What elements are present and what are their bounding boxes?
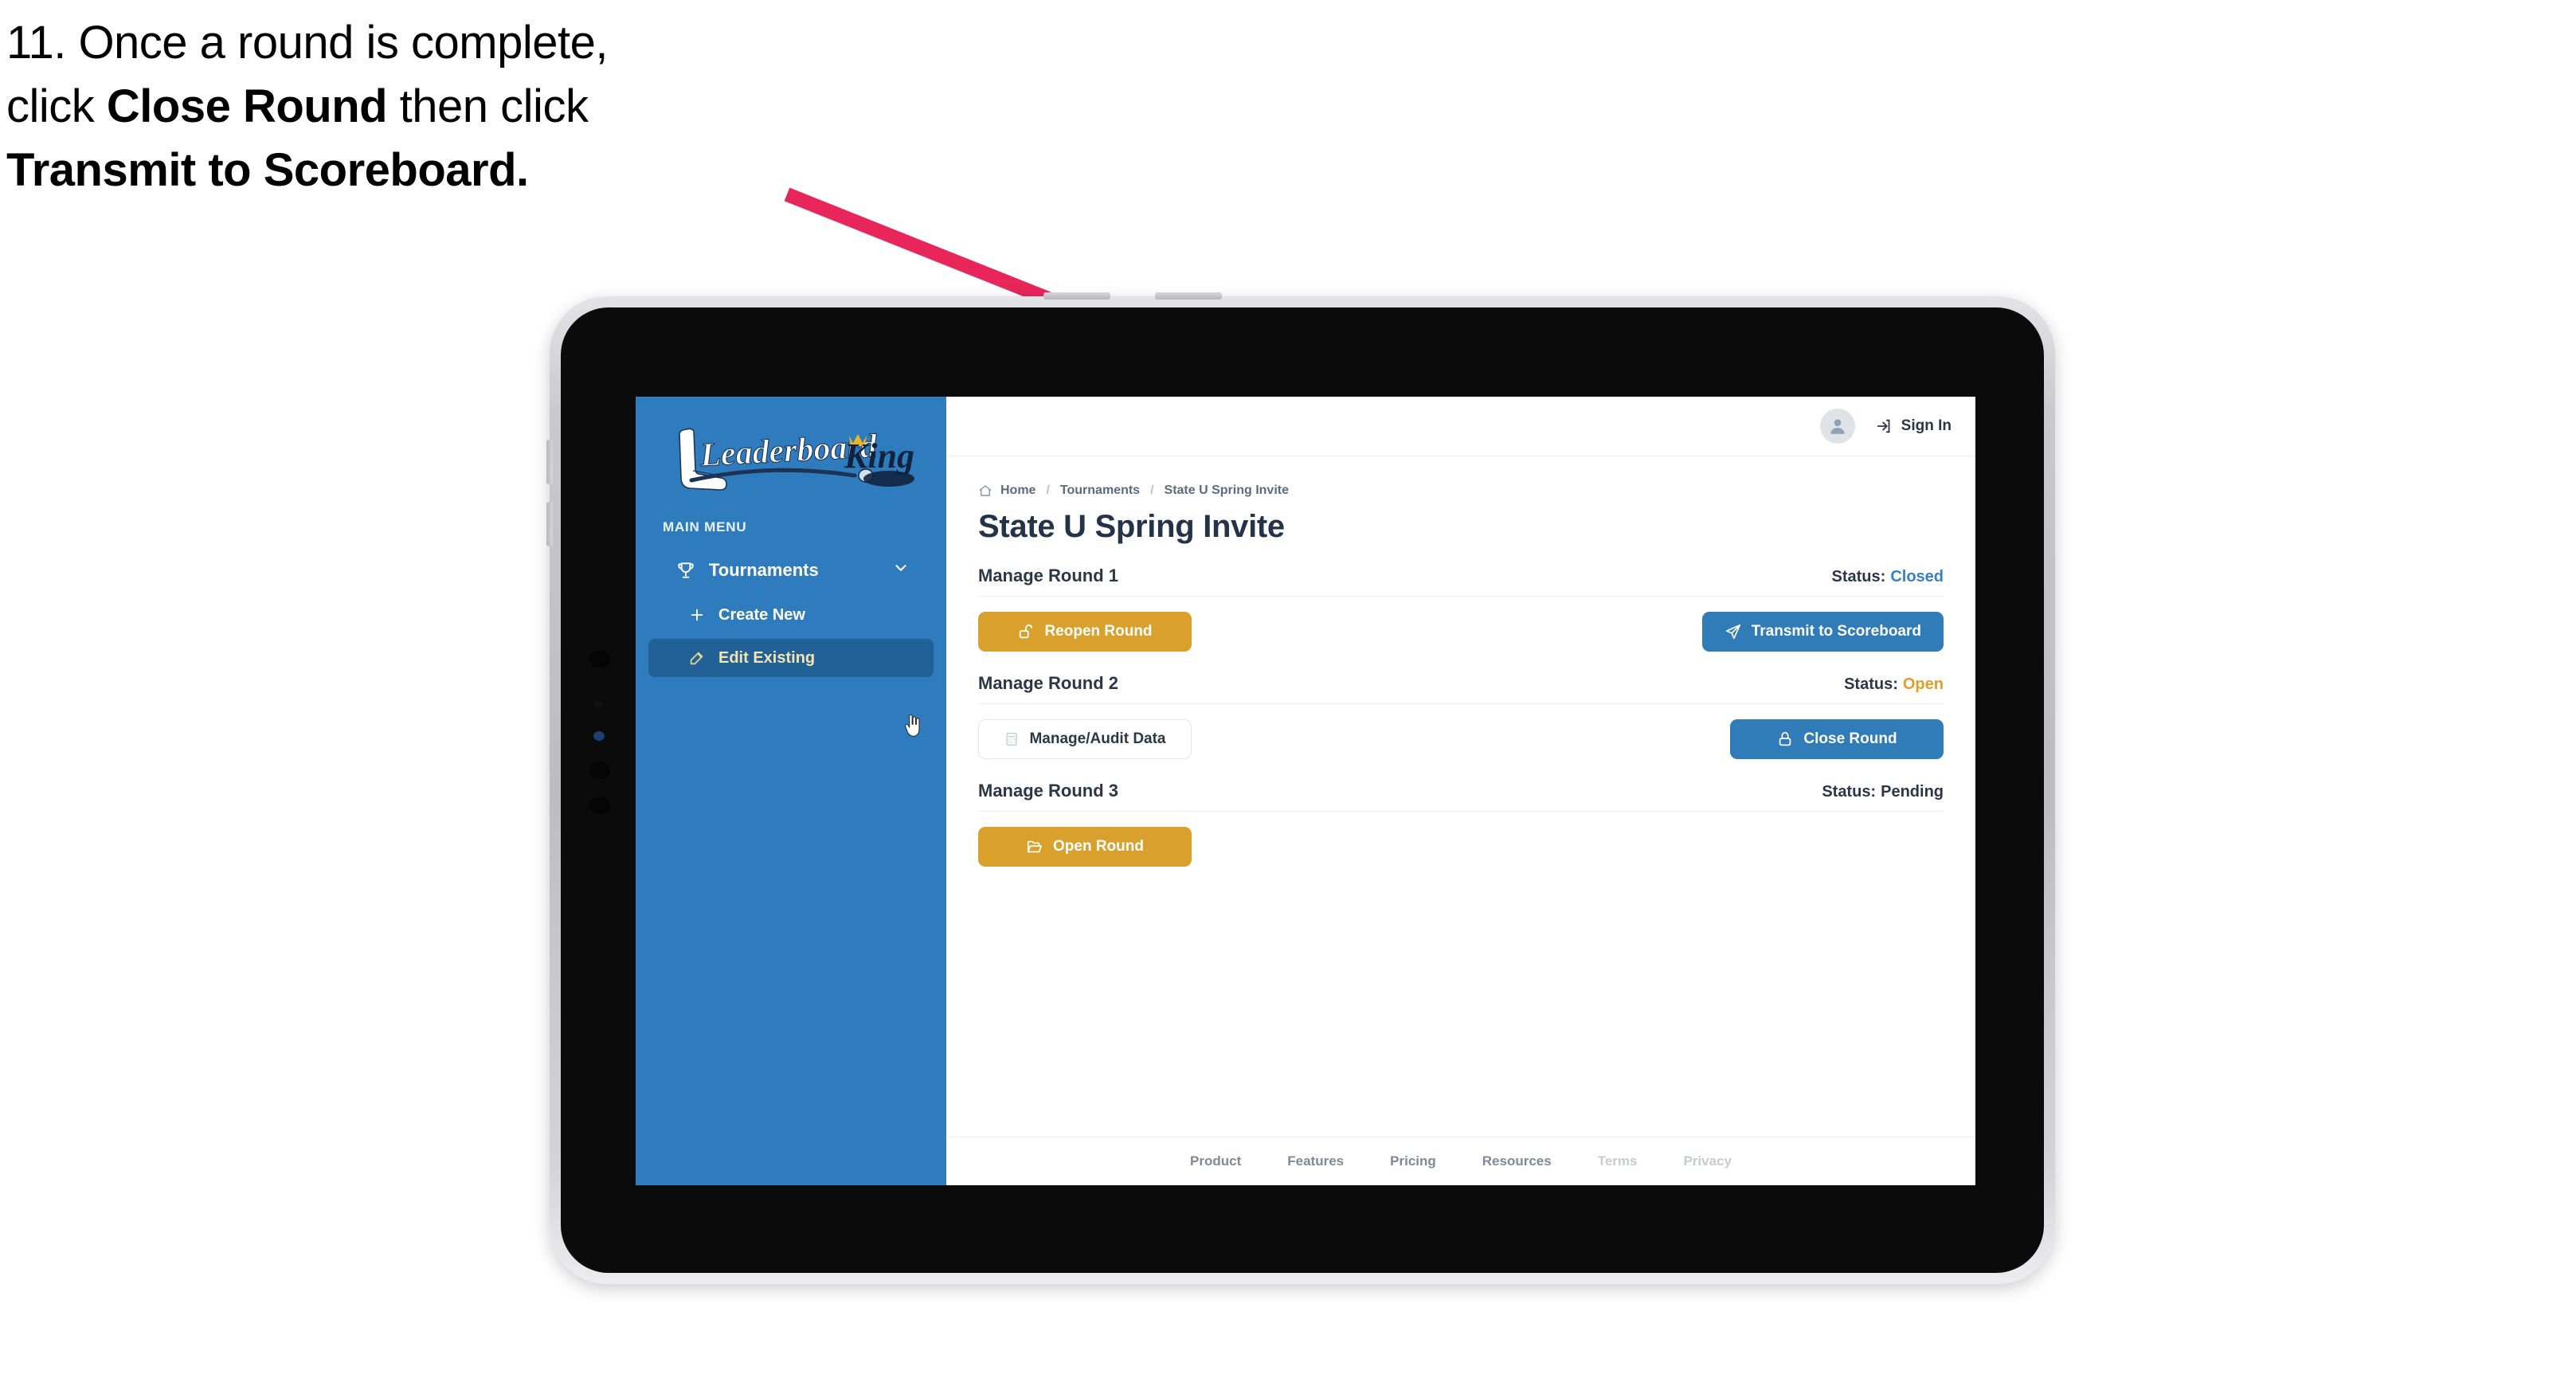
tablet-screen: Leaderboard King MAIN MENU Tournaments C… (636, 397, 1975, 1185)
top-button-right[interactable] (1155, 292, 1222, 300)
close-round-button[interactable]: Close Round (1730, 719, 1944, 759)
breadcrumb-item-tournaments[interactable]: Tournaments (1060, 484, 1140, 498)
page-title: State U Spring Invite (978, 509, 1285, 544)
breadcrumb-separator-2: / (1150, 484, 1154, 497)
round-header-1: Manage Round 1 Status: Closed (978, 566, 1944, 597)
round-actions-1: Reopen Round Transmit to Scoreboard (978, 611, 1944, 652)
reopen-round-label: Reopen Round (1044, 623, 1153, 640)
app-logo[interactable]: Leaderboard King (636, 417, 946, 505)
bezel-sensor-4 (589, 797, 610, 814)
round-status-3: Status: Pending (1822, 783, 1944, 801)
footer-link-resources[interactable]: Resources (1482, 1153, 1552, 1169)
status-label-2: Status: (1844, 675, 1898, 693)
sign-in-button[interactable]: Sign In (1876, 417, 1952, 435)
transmit-to-scoreboard-label: Transmit to Scoreboard (1751, 623, 1921, 640)
status-value-3: Pending (1881, 783, 1944, 801)
open-round-button[interactable]: Open Round (978, 827, 1192, 867)
open-round-label: Open Round (1053, 838, 1144, 855)
page-body: Home / Tournaments / State U Spring Invi… (946, 456, 1975, 1137)
top-bar: Sign In (946, 397, 1975, 456)
sidebar-item-edit-existing[interactable]: Edit Existing (648, 639, 934, 677)
sidebar-item-label-create-new: Create New (718, 605, 805, 624)
home-icon[interactable] (978, 484, 992, 498)
caption-line-2-pre: click (6, 80, 107, 133)
instruction-caption: 11. Once a round is complete, click Clos… (6, 11, 883, 202)
volume-up-button[interactable] (546, 440, 553, 484)
round-title-3: Manage Round 3 (978, 781, 1119, 801)
sign-in-icon (1876, 417, 1893, 435)
user-avatar-icon[interactable] (1819, 409, 1855, 444)
folder-open-icon (1026, 838, 1043, 855)
tablet-device: Leaderboard King MAIN MENU Tournaments C… (546, 292, 2055, 1284)
volume-down-button[interactable] (546, 502, 553, 546)
chevron-down-icon[interactable] (892, 559, 910, 581)
footer-link-features[interactable]: Features (1287, 1153, 1344, 1169)
caption-line-3: Transmit to Scoreboard. (6, 144, 529, 197)
round-block-3: Manage Round 3 Status: Pending Open Roun… (978, 781, 1944, 867)
footer-link-terms[interactable]: Terms (1598, 1153, 1638, 1169)
close-round-label: Close Round (1803, 730, 1897, 747)
calculator-icon (1004, 731, 1020, 747)
manage-audit-data-button[interactable]: Manage/Audit Data (978, 719, 1192, 759)
edit-square-icon (687, 648, 707, 668)
plus-icon (687, 605, 707, 625)
breadcrumb-item-home[interactable]: Home (1000, 484, 1035, 498)
footer-link-product[interactable]: Product (1190, 1153, 1241, 1169)
bezel-sensor-3 (589, 762, 610, 779)
round-block-2: Manage Round 2 Status: Open Manage/Audit… (978, 673, 1944, 760)
breadcrumb-separator-1: / (1046, 484, 1050, 497)
main-content: Sign In Home / Tournaments / State U Spr… (946, 397, 1975, 1185)
trophy-icon (674, 558, 698, 582)
sidebar-item-tournaments[interactable]: Tournaments (648, 550, 934, 591)
bezel-sensor-2 (594, 701, 602, 708)
round-actions-2: Manage/Audit Data Close Round (978, 718, 1944, 760)
round-title-1: Manage Round 1 (978, 566, 1119, 585)
round-status-1: Status: Closed (1832, 568, 1944, 586)
breadcrumb: Home / Tournaments / State U Spring Invi… (978, 484, 1944, 498)
sidebar-nav: Tournaments Create New Edit Existing (636, 550, 946, 677)
unlock-icon (1017, 623, 1035, 640)
sign-in-label: Sign In (1901, 417, 1952, 434)
sidebar: Leaderboard King MAIN MENU Tournaments C… (636, 397, 946, 1185)
bezel-sensor-1 (589, 650, 610, 668)
sidebar-item-label-edit-existing: Edit Existing (718, 648, 816, 667)
reopen-round-button[interactable]: Reopen Round (978, 612, 1192, 652)
status-value-1: Closed (1890, 568, 1944, 585)
status-label-3: Status: (1822, 783, 1877, 801)
paper-plane-icon (1725, 623, 1742, 640)
caption-line-2-bold: Close Round (106, 80, 388, 133)
sidebar-section-label: MAIN MENU (663, 519, 747, 534)
bezel-camera-icon (593, 731, 605, 741)
top-button-left[interactable] (1043, 292, 1110, 300)
breadcrumb-item-current: State U Spring Invite (1164, 484, 1289, 497)
round-actions-3: Open Round (978, 826, 1944, 867)
footer-link-pricing[interactable]: Pricing (1390, 1153, 1436, 1169)
round-header-3: Manage Round 3 Status: Pending (978, 781, 1944, 812)
footer-link-privacy[interactable]: Privacy (1683, 1153, 1732, 1169)
status-value-2: Open (1902, 675, 1944, 693)
round-block-1: Manage Round 1 Status: Closed Reopen Rou… (978, 566, 1944, 652)
caption-line-2: click Close Round then click (6, 75, 883, 139)
svg-text:King: King (844, 437, 914, 476)
footer: Product Features Pricing Resources Terms… (946, 1137, 1975, 1185)
caption-line-2-post: then click (387, 80, 589, 133)
leaderboard-king-logo-icon: Leaderboard King (679, 428, 914, 491)
status-label-1: Status: (1831, 568, 1886, 585)
round-status-2: Status: Open (1844, 675, 1944, 694)
manage-audit-data-label: Manage/Audit Data (1029, 730, 1166, 747)
transmit-to-scoreboard-button[interactable]: Transmit to Scoreboard (1701, 612, 1944, 652)
round-title-2: Manage Round 2 (978, 673, 1119, 693)
sidebar-item-label-tournaments: Tournaments (709, 560, 819, 580)
lock-icon (1776, 730, 1794, 748)
hand-pointer-cursor (905, 715, 920, 737)
sidebar-item-create-new[interactable]: Create New (648, 596, 934, 634)
round-header-2: Manage Round 2 Status: Open (978, 673, 1944, 704)
caption-line-1: 11. Once a round is complete, (6, 17, 608, 69)
